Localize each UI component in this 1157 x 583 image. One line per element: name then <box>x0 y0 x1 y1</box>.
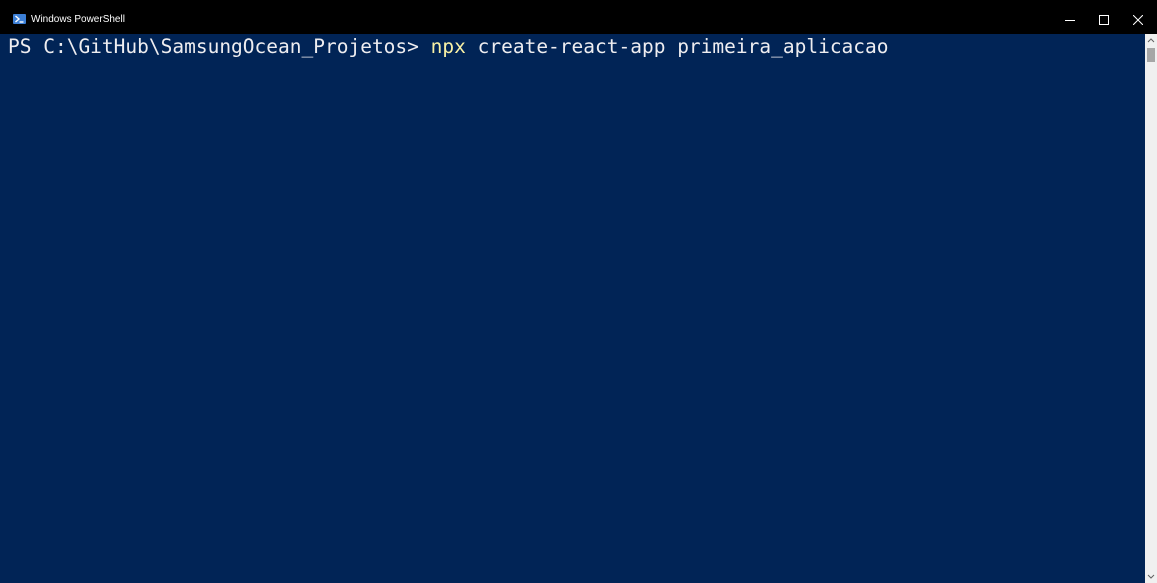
minimize-button[interactable] <box>1053 8 1087 32</box>
powershell-icon[interactable] <box>13 14 26 24</box>
chevron-up-icon <box>1147 38 1155 43</box>
close-button[interactable] <box>1121 8 1155 32</box>
close-icon <box>1133 15 1143 25</box>
window-title: Windows PowerShell <box>31 14 125 25</box>
command-name: npx <box>430 35 466 58</box>
prompt-text: PS C:\GitHub\SamsungOcean_Projetos> <box>8 35 431 58</box>
scroll-thumb[interactable] <box>1147 48 1155 62</box>
title-bar[interactable]: Windows PowerShell <box>0 8 1157 34</box>
command-line: PS C:\GitHub\SamsungOcean_Projetos> npx … <box>8 35 889 59</box>
command-arguments: create-react-app primeira_aplicacao <box>465 35 889 58</box>
console-area[interactable]: PS C:\GitHub\SamsungOcean_Projetos> npx … <box>0 34 1145 583</box>
powershell-window: Windows PowerShell PS C:\GitHub\SamsungO… <box>0 8 1157 583</box>
scroll-up-button[interactable] <box>1145 34 1157 46</box>
scroll-down-button[interactable] <box>1145 571 1157 583</box>
vertical-scrollbar[interactable] <box>1145 34 1157 583</box>
maximize-icon <box>1099 15 1109 25</box>
minimize-icon <box>1065 20 1075 21</box>
maximize-button[interactable] <box>1087 8 1121 32</box>
chevron-down-icon <box>1147 574 1155 579</box>
